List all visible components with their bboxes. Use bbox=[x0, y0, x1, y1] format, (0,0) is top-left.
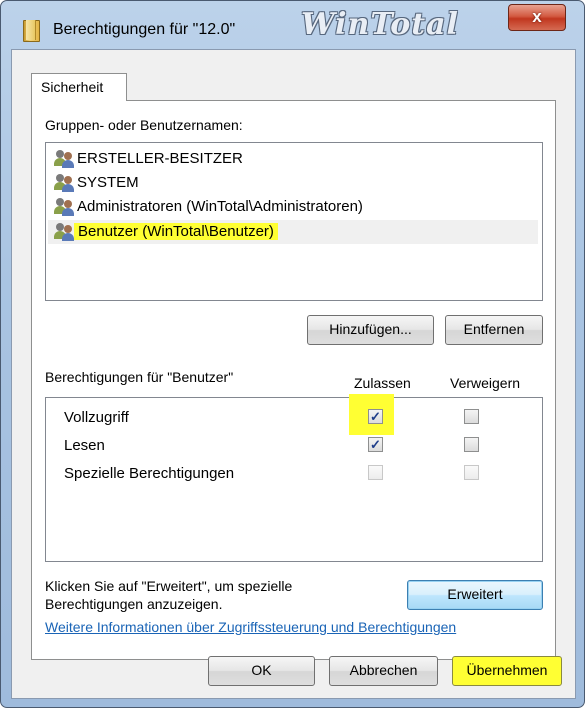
remove-button[interactable]: Entfernen bbox=[445, 315, 543, 345]
list-item-ersteller-besitzer[interactable]: ERSTELLER-BESITZER bbox=[48, 147, 538, 171]
permission-label: Spezielle Berechtigungen bbox=[64, 465, 235, 482]
users-icon bbox=[54, 223, 74, 241]
tab-sicherheit[interactable]: Sicherheit bbox=[31, 73, 127, 101]
add-button[interactable]: Hinzufügen... bbox=[307, 315, 434, 345]
allow-checkbox-spezielle bbox=[368, 465, 383, 480]
ok-button[interactable]: OK bbox=[208, 656, 315, 686]
list-item-label: Administratoren (WinTotal\Administratore… bbox=[77, 198, 363, 215]
groups-listbox[interactable]: ERSTELLER-BESITZER SYSTEM Administratore… bbox=[45, 142, 543, 301]
dialog-client-area: Sicherheit Gruppen- oder Benutzernamen: … bbox=[11, 49, 576, 699]
allow-checkbox-lesen[interactable]: ✓ bbox=[368, 437, 383, 452]
folder-icon bbox=[23, 20, 40, 42]
permission-label: Vollzugriff bbox=[64, 409, 129, 426]
users-icon bbox=[54, 150, 74, 168]
security-tab-panel: Gruppen- oder Benutzernamen: ERSTELLER-B… bbox=[31, 100, 556, 660]
deny-checkbox-spezielle bbox=[464, 465, 479, 480]
permission-row-spezielle: Spezielle Berechtigungen bbox=[46, 461, 542, 487]
permission-row-vollzugriff: Vollzugriff ✓ bbox=[46, 394, 542, 435]
list-item-label: Benutzer (WinTotal\Benutzer) bbox=[74, 223, 278, 240]
wintotal-logo: WinTotal bbox=[301, 7, 459, 42]
cancel-button[interactable]: Abbrechen bbox=[329, 656, 438, 686]
permission-row-lesen: Lesen ✓ bbox=[46, 433, 542, 459]
list-item-system[interactable]: SYSTEM bbox=[48, 171, 538, 195]
list-item-label: ERSTELLER-BESITZER bbox=[77, 150, 243, 167]
list-item-label: SYSTEM bbox=[77, 174, 139, 191]
deny-column-header: Verweigern bbox=[450, 375, 521, 391]
users-icon bbox=[54, 198, 74, 216]
title-bar[interactable]: Berechtigungen für "12.0" WinTotal x bbox=[1, 1, 584, 49]
permissions-label: Berechtigungen für "Benutzer" bbox=[45, 369, 234, 385]
window-title: Berechtigungen für "12.0" bbox=[53, 21, 236, 38]
close-button[interactable]: x bbox=[508, 4, 566, 31]
users-icon bbox=[54, 174, 74, 192]
more-info-link[interactable]: Weitere Informationen über Zugriffssteue… bbox=[45, 619, 456, 635]
list-item-administratoren[interactable]: Administratoren (WinTotal\Administratore… bbox=[48, 195, 538, 219]
permissions-listbox: Vollzugriff ✓ Lesen ✓ Spezielle Berechti… bbox=[45, 394, 543, 562]
apply-button[interactable]: Übernehmen bbox=[452, 656, 562, 686]
advanced-button[interactable]: Erweitert bbox=[407, 580, 543, 610]
list-item-benutzer[interactable]: Benutzer (WinTotal\Benutzer) bbox=[48, 220, 538, 244]
advanced-hint-line1: Klicken Sie auf "Erweitert", um speziell… bbox=[45, 578, 293, 594]
advanced-hint-line2: Berechtigungen anzuzeigen. bbox=[45, 596, 223, 612]
deny-checkbox-lesen[interactable] bbox=[464, 437, 479, 452]
dialog-window: Berechtigungen für "12.0" WinTotal x Sic… bbox=[0, 0, 585, 708]
allow-checkbox-vollzugriff[interactable]: ✓ bbox=[368, 409, 383, 424]
deny-checkbox-vollzugriff[interactable] bbox=[464, 409, 479, 424]
allow-column-header: Zulassen bbox=[354, 375, 411, 391]
groups-label: Gruppen- oder Benutzernamen: bbox=[45, 117, 243, 133]
permission-label: Lesen bbox=[64, 437, 105, 454]
